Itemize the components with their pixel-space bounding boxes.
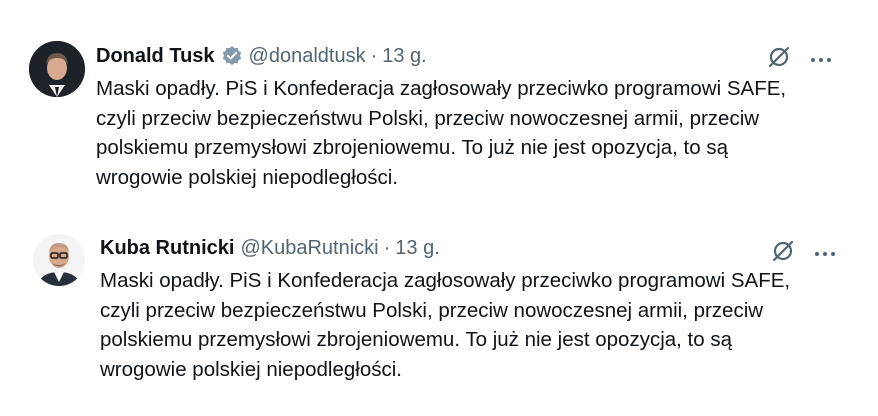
tweet-text-line: polskiemu przemysłowi zbrojeniowemu. To … xyxy=(100,328,732,351)
verified-badge-icon xyxy=(221,45,243,67)
tweet-header: Kuba Rutnicki @KubaRutnicki · 13 g. xyxy=(100,234,440,262)
tweet-text-line: wrogowie polskiej niepodległości. xyxy=(100,357,402,381)
tweet-actions xyxy=(766,44,832,75)
grok-icon[interactable] xyxy=(770,238,796,269)
tweet-text-line: polskiemu przemysłowi zbrojeniowemu. To … xyxy=(96,136,728,159)
tweet-text-line: czyli przeciw bezpieczeństwu Polski, prz… xyxy=(100,298,764,322)
avatar-photo xyxy=(29,41,85,97)
tweet-text-line: wrogowie polskiej niepodległości. xyxy=(96,165,398,189)
separator-dot: · xyxy=(383,236,391,259)
separator-dot: · xyxy=(370,44,378,67)
author-name[interactable]: Kuba Rutnicki xyxy=(100,237,234,260)
tweet-text: Maski opadły. PiS i Konfederacja zagłoso… xyxy=(96,74,856,192)
tweet-text-line: Maski opadły. PiS i Konfederacja zagłoso… xyxy=(96,77,787,100)
grok-icon[interactable] xyxy=(766,44,792,75)
tweet-text-line: czyli przeciw bezpieczeństwu Polski, prz… xyxy=(96,106,760,130)
tweet-text: Maski opadły. PiS i Konfederacja zagłoso… xyxy=(100,266,860,384)
timestamp[interactable]: 13 g. xyxy=(395,237,439,260)
avatar[interactable] xyxy=(29,41,85,97)
author-name[interactable]: Donald Tusk xyxy=(96,45,215,68)
more-icon[interactable] xyxy=(814,245,836,263)
author-handle[interactable]: @donaldtusk xyxy=(249,45,366,68)
timestamp[interactable]: 13 g. xyxy=(382,45,426,68)
tweet-header: Donald Tusk @donaldtusk · 13 g. xyxy=(96,42,427,70)
tweet-actions xyxy=(770,238,836,269)
avatar[interactable] xyxy=(33,234,85,286)
tweet-text-line: Maski opadły. PiS i Konfederacja zagłoso… xyxy=(100,269,791,292)
avatar-photo xyxy=(33,234,85,286)
author-handle[interactable]: @KubaRutnicki xyxy=(240,237,378,260)
more-icon[interactable] xyxy=(810,51,832,69)
